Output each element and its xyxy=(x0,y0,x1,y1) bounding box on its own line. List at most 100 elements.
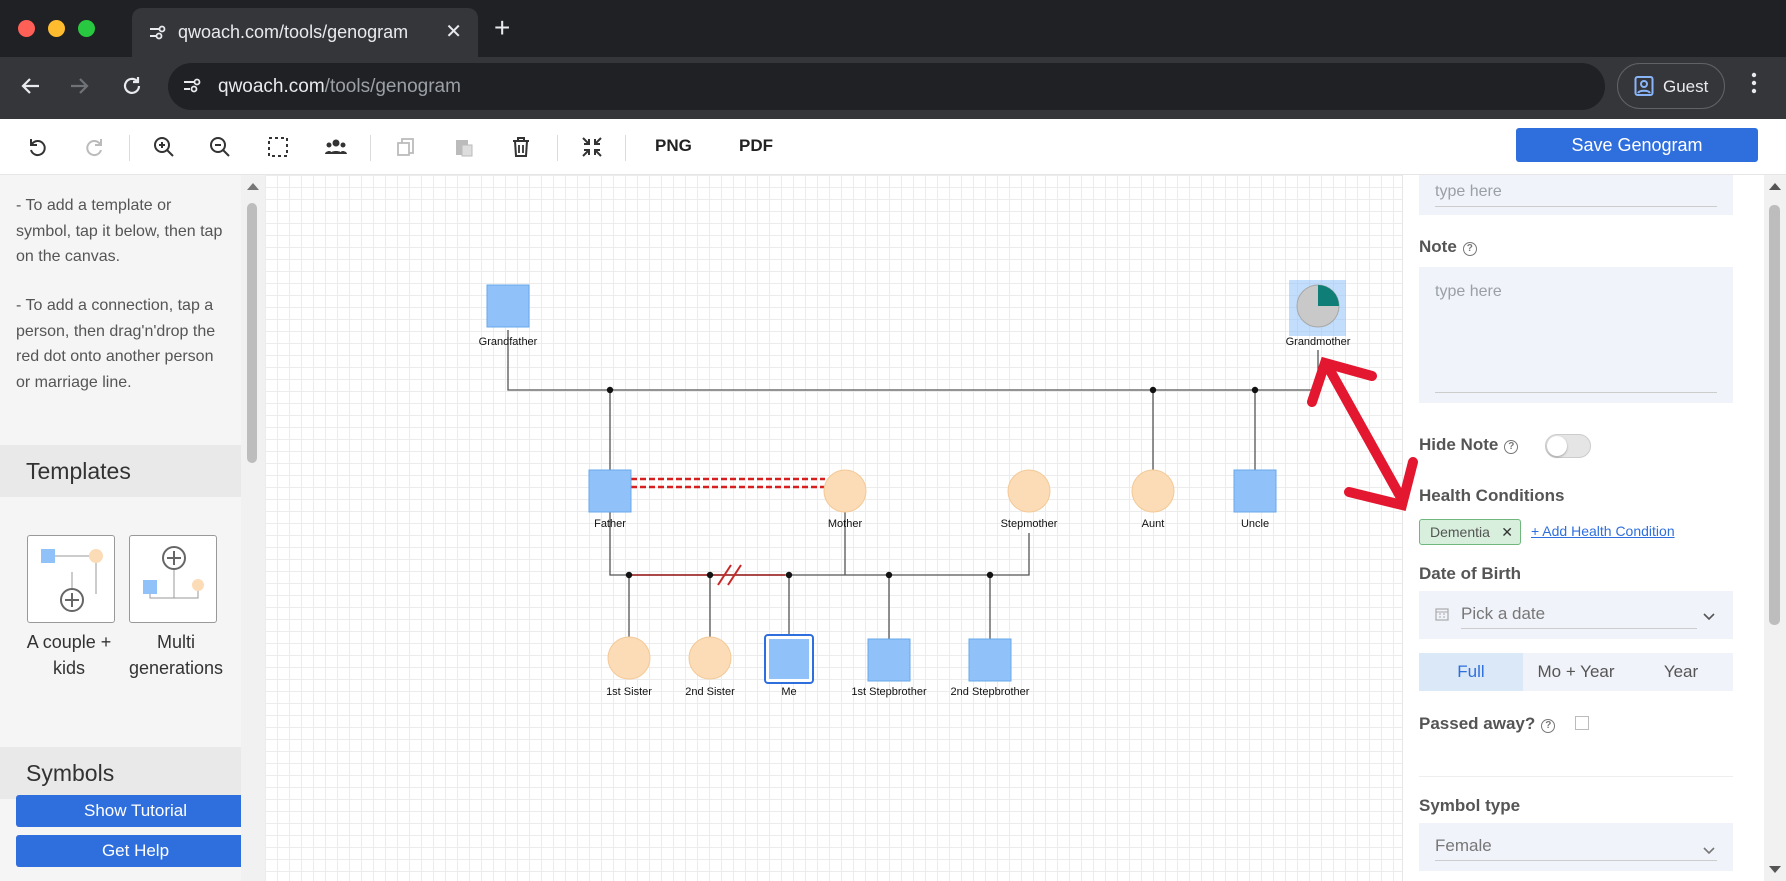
person-grandmother-label: Grandmother xyxy=(1286,336,1351,348)
person-aunt-symbol[interactable] xyxy=(1131,469,1175,513)
template-multi-generations[interactable] xyxy=(129,535,217,623)
person-1st-sister-label: 1st Sister xyxy=(606,686,652,698)
template-couple-kids[interactable] xyxy=(27,535,115,623)
person-father-symbol[interactable] xyxy=(588,469,632,513)
forward-icon[interactable] xyxy=(68,75,90,102)
browser-tab-bar: qwoach.com/tools/genogram ✕ + xyxy=(0,0,1786,57)
remove-chip-icon[interactable]: ✕ xyxy=(1501,520,1513,544)
date-placeholder: Pick a date xyxy=(1461,604,1546,623)
trash-icon[interactable] xyxy=(507,133,535,161)
toolbar-divider xyxy=(625,135,626,161)
paste-icon[interactable] xyxy=(450,133,478,161)
minimize-window-button[interactable] xyxy=(48,20,65,37)
right-panel-scrollbar[interactable] xyxy=(1764,175,1786,881)
hint-add-template: - To add a template or symbol, tap it be… xyxy=(16,197,223,265)
passed-away-help-icon[interactable]: ? xyxy=(1541,719,1556,733)
field-underline xyxy=(1435,392,1717,393)
person-grandfather-symbol[interactable] xyxy=(486,284,530,328)
date-format-full[interactable]: Full xyxy=(1419,653,1523,691)
date-of-birth-label: Date of Birth xyxy=(1419,564,1521,583)
date-format-month-year[interactable]: Mo + Year xyxy=(1524,653,1628,691)
redo-icon[interactable] xyxy=(80,133,108,161)
field-underline xyxy=(1435,860,1717,861)
conflict-line xyxy=(631,477,825,489)
maximize-window-button[interactable] xyxy=(78,20,95,37)
save-genogram-button[interactable]: Save Genogram xyxy=(1516,128,1758,162)
person-2nd-sister-symbol[interactable] xyxy=(688,636,732,680)
zoom-in-icon[interactable] xyxy=(150,133,178,161)
zoom-out-icon[interactable] xyxy=(206,133,234,161)
back-icon[interactable] xyxy=(20,75,42,102)
copy-icon[interactable] xyxy=(392,133,420,161)
scroll-up-icon[interactable] xyxy=(1764,179,1786,195)
chevron-down-icon xyxy=(1703,608,1715,626)
left-scroll-thumb[interactable] xyxy=(247,203,257,463)
close-window-button[interactable] xyxy=(18,20,35,37)
person-mother-symbol[interactable] xyxy=(823,469,867,513)
person-2nd-stepbrother-symbol[interactable] xyxy=(968,638,1012,682)
person-me-symbol[interactable] xyxy=(769,639,809,679)
left-panel-scrollbar[interactable] xyxy=(241,175,265,881)
hide-note-help-icon[interactable]: ? xyxy=(1504,440,1519,454)
export-png-button[interactable]: PNG xyxy=(655,136,692,156)
chip-text: Dementia xyxy=(1430,524,1490,540)
genogram-diagram[interactable]: Grandfather Grandmother Father Mother St… xyxy=(265,175,1402,881)
person-1st-sister-symbol[interactable] xyxy=(607,636,651,680)
add-health-condition-link[interactable]: + Add Health Condition xyxy=(1531,523,1675,539)
export-pdf-button[interactable]: PDF xyxy=(739,136,773,156)
new-tab-icon[interactable]: + xyxy=(494,12,510,44)
date-format-year[interactable]: Year xyxy=(1629,653,1733,691)
note-label-row: Note? xyxy=(1419,237,1477,257)
note-help-icon[interactable]: ? xyxy=(1462,242,1477,256)
person-stepmother-symbol[interactable] xyxy=(1007,469,1051,513)
symbols-heading: Symbols xyxy=(0,747,241,799)
genogram-canvas[interactable]: Grandfather Grandmother Father Mother St… xyxy=(265,175,1402,881)
person-1st-stepbrother-symbol[interactable] xyxy=(867,638,911,682)
passed-away-checkbox[interactable] xyxy=(1575,716,1589,730)
person-me-label: Me xyxy=(781,686,796,698)
left-sidebar: - To add a template or symbol, tap it be… xyxy=(0,175,255,881)
group-people-icon[interactable] xyxy=(322,133,350,161)
person-2nd-stepbrother-label: 2nd Stepbrother xyxy=(951,686,1030,698)
browser-address-bar: qwoach.com/tools/genogram Guest xyxy=(0,57,1786,119)
toggle-knob xyxy=(1547,436,1567,456)
field-underline xyxy=(1461,628,1697,629)
reload-icon[interactable] xyxy=(121,75,143,102)
person-uncle-label: Uncle xyxy=(1241,518,1269,530)
url-omnibox[interactable]: qwoach.com/tools/genogram xyxy=(168,63,1605,110)
tab-title: qwoach.com/tools/genogram xyxy=(178,22,409,42)
scroll-down-icon[interactable] xyxy=(1764,861,1786,877)
hide-note-toggle[interactable] xyxy=(1545,434,1591,458)
select-area-icon[interactable] xyxy=(264,133,292,161)
couple-kids-template-icon xyxy=(41,549,103,612)
site-info-icon[interactable] xyxy=(182,78,202,99)
toolbar-divider xyxy=(370,135,371,161)
hide-note-label: Hide Note xyxy=(1419,435,1499,454)
show-tutorial-button[interactable]: Show Tutorial xyxy=(16,795,255,827)
chevron-down-icon xyxy=(1703,842,1715,860)
passed-away-row: Passed away?? xyxy=(1419,714,1556,734)
profile-guest-button[interactable]: Guest xyxy=(1617,63,1725,109)
date-picker[interactable]: Pick a date xyxy=(1419,591,1733,639)
profile-icon xyxy=(1634,75,1654,102)
browser-tab[interactable]: qwoach.com/tools/genogram ✕ xyxy=(132,8,478,57)
scroll-up-icon[interactable] xyxy=(241,179,265,195)
top-field-placeholder: type here xyxy=(1435,183,1502,200)
symbol-type-select[interactable]: Female xyxy=(1419,823,1733,871)
hide-note-row: Hide Note? xyxy=(1419,435,1519,455)
right-scroll-thumb[interactable] xyxy=(1769,205,1780,625)
fit-to-screen-icon[interactable] xyxy=(578,133,606,161)
health-chip-dementia[interactable]: Dementia ✕ xyxy=(1419,519,1521,545)
person-stepmother-label: Stepmother xyxy=(1001,518,1058,530)
close-tab-icon[interactable]: ✕ xyxy=(445,19,462,44)
person-aunt-label: Aunt xyxy=(1142,518,1165,530)
top-text-field[interactable]: type here xyxy=(1419,175,1733,215)
properties-panel: type here Note? type here Hide Note? Hea… xyxy=(1402,175,1764,881)
person-uncle-symbol[interactable] xyxy=(1233,469,1277,513)
multi-generations-template-icon xyxy=(143,546,204,599)
passed-away-label: Passed away? xyxy=(1419,714,1536,733)
browser-menu-icon[interactable] xyxy=(1750,71,1758,100)
note-textarea[interactable]: type here xyxy=(1419,267,1733,403)
undo-icon[interactable] xyxy=(24,133,52,161)
get-help-button[interactable]: Get Help xyxy=(16,835,255,867)
